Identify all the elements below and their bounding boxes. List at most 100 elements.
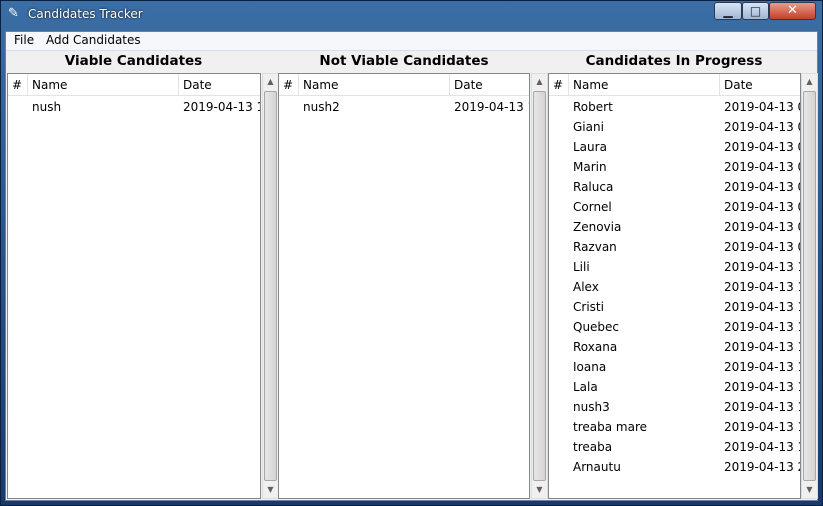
in-progress-cell-date: 2019-04-13 02 xyxy=(724,160,800,174)
scroll-up-icon[interactable]: ▲ xyxy=(532,74,547,90)
in-progress-cell-id xyxy=(551,277,567,297)
in-progress-row[interactable]: treaba 2019-04-13 19 xyxy=(549,437,800,457)
in-progress-row[interactable]: Roxana 2019-04-13 15 xyxy=(549,337,800,357)
scroll-thumb[interactable] xyxy=(803,91,816,481)
in-progress-scrollbar[interactable]: ▲ ▼ xyxy=(801,73,818,499)
in-progress-cell-name: Raluca xyxy=(573,180,614,194)
not-viable-col-date[interactable]: Date xyxy=(450,74,529,96)
in-progress-cell-name: Lili xyxy=(573,260,590,274)
viable-cell-id xyxy=(10,97,26,117)
in-progress-cell-name: treaba xyxy=(573,440,613,454)
in-progress-cell-id xyxy=(551,197,567,217)
in-progress-cell-id xyxy=(551,417,567,437)
in-progress-table[interactable]: # Name Date Robert 2019-04-13 02 Giani 2019… xyxy=(548,73,801,499)
in-progress-cell-name: Marin xyxy=(573,160,607,174)
in-progress-row[interactable]: Robert 2019-04-13 02 xyxy=(549,97,800,117)
in-progress-row[interactable]: Laura 2019-04-13 02 xyxy=(549,137,800,157)
viable-scrollbar[interactable]: ▲ ▼ xyxy=(262,73,279,499)
window-title: Candidates Tracker xyxy=(28,7,143,21)
in-progress-cell-id xyxy=(551,217,567,237)
in-progress-row[interactable]: Giani 2019-04-13 02 xyxy=(549,117,800,137)
in-progress-cell-name: Zenovia xyxy=(573,220,622,234)
in-progress-row[interactable]: Alex 2019-04-13 15 xyxy=(549,277,800,297)
in-progress-cell-name: Ioana xyxy=(573,360,607,374)
in-progress-row[interactable]: Lala 2019-04-13 19 xyxy=(549,377,800,397)
not-viable-cell-name: nush2 xyxy=(303,100,340,114)
in-progress-cell-date: 2019-04-13 02 xyxy=(724,100,800,114)
in-progress-cell-id xyxy=(551,317,567,337)
in-progress-cell-name: Arnautu xyxy=(573,460,621,474)
not-viable-title: Not Viable Candidates xyxy=(319,53,489,69)
not-viable-cell-date: 2019-04-13 19 xyxy=(454,100,529,114)
viable-col-hash[interactable]: # xyxy=(8,74,28,96)
in-progress-row[interactable]: Cornel 2019-04-13 02 xyxy=(549,197,800,217)
in-progress-col-name[interactable]: Name xyxy=(569,74,720,96)
in-progress-cell-date: 2019-04-13 19 xyxy=(724,440,800,454)
maximize-button[interactable]: □ xyxy=(742,2,769,20)
in-progress-row[interactable]: Marin 2019-04-13 02 xyxy=(549,157,800,177)
in-progress-cell-date: 2019-04-13 19 xyxy=(724,380,800,394)
viable-title: Viable Candidates xyxy=(64,53,203,69)
in-progress-cell-date: 2019-04-13 02 xyxy=(724,120,800,134)
viable-col-name[interactable]: Name xyxy=(28,74,179,96)
viable-cell-date: 2019-04-13 19 xyxy=(183,100,260,114)
scroll-thumb[interactable] xyxy=(264,91,277,481)
in-progress-row[interactable]: Cristi 2019-04-13 15 xyxy=(549,297,800,317)
in-progress-cell-id xyxy=(551,337,567,357)
in-progress-cell-date: 2019-04-13 15 xyxy=(724,360,800,374)
minimize-button[interactable]: ▁ xyxy=(714,2,742,20)
menu-file[interactable]: File xyxy=(10,33,38,47)
viable-table[interactable]: # Name Date nush 2019-04-13 19 xyxy=(7,73,261,499)
in-progress-cell-date: 2019-04-13 19 xyxy=(724,420,800,434)
in-progress-cell-id xyxy=(551,457,567,477)
title-bar[interactable]: ✎ Candidates Tracker ▁ □ ✕ xyxy=(1,1,822,29)
in-progress-cell-name: Razvan xyxy=(573,240,617,254)
in-progress-title: Candidates In Progress xyxy=(585,53,763,69)
scroll-down-icon[interactable]: ▼ xyxy=(263,482,278,498)
in-progress-cell-id xyxy=(551,137,567,157)
in-progress-cell-id xyxy=(551,157,567,177)
in-progress-row[interactable]: Quebec 2019-04-13 15 xyxy=(549,317,800,337)
viable-row[interactable]: nush 2019-04-13 19 xyxy=(8,97,260,117)
in-progress-cell-name: Robert xyxy=(573,100,613,114)
in-progress-row[interactable]: Raluca 2019-04-13 02 xyxy=(549,177,800,197)
in-progress-cell-id xyxy=(551,377,567,397)
not-viable-scrollbar[interactable]: ▲ ▼ xyxy=(531,73,548,499)
in-progress-cell-date: 2019-04-13 02 xyxy=(724,140,800,154)
in-progress-cell-date: 2019-04-13 15 xyxy=(724,340,800,354)
in-progress-cell-date: 2019-04-13 15 xyxy=(724,260,800,274)
close-button[interactable]: ✕ xyxy=(769,2,816,20)
in-progress-cell-date: 2019-04-13 20 xyxy=(724,460,800,474)
not-viable-col-hash[interactable]: # xyxy=(279,74,299,96)
in-progress-cell-name: Quebec xyxy=(573,320,620,334)
scroll-up-icon[interactable]: ▲ xyxy=(802,74,817,90)
in-progress-row[interactable]: nush3 2019-04-13 19 xyxy=(549,397,800,417)
scroll-down-icon[interactable]: ▼ xyxy=(532,482,547,498)
in-progress-col-hash[interactable]: # xyxy=(549,74,569,96)
in-progress-row[interactable]: Arnautu 2019-04-13 20 xyxy=(549,457,800,477)
not-viable-row[interactable]: nush2 2019-04-13 19 xyxy=(279,97,529,117)
viable-col-date[interactable]: Date xyxy=(179,74,260,96)
feather-icon: ✎ xyxy=(8,6,19,21)
in-progress-cell-name: treaba mare xyxy=(573,420,647,434)
in-progress-cell-name: Roxana xyxy=(573,340,618,354)
in-progress-row[interactable]: Zenovia 2019-04-13 03 xyxy=(549,217,800,237)
in-progress-col-date[interactable]: Date xyxy=(720,74,800,96)
menu-add-candidates[interactable]: Add Candidates xyxy=(42,33,145,47)
in-progress-cell-id xyxy=(551,237,567,257)
in-progress-row[interactable]: Lili 2019-04-13 15 xyxy=(549,257,800,277)
app-window: ✎ Candidates Tracker ▁ □ ✕ File Add Cand… xyxy=(0,0,823,506)
scroll-thumb[interactable] xyxy=(533,91,546,481)
scroll-down-icon[interactable]: ▼ xyxy=(802,482,817,498)
in-progress-cell-date: 2019-04-13 02 xyxy=(724,180,800,194)
in-progress-row[interactable]: Ioana 2019-04-13 15 xyxy=(549,357,800,377)
not-viable-table[interactable]: # Name Date nush2 2019-04-13 19 xyxy=(278,73,530,499)
in-progress-row[interactable]: Razvan 2019-04-13 03 xyxy=(549,237,800,257)
in-progress-cell-id xyxy=(551,357,567,377)
scroll-up-icon[interactable]: ▲ xyxy=(263,74,278,90)
in-progress-cell-date: 2019-04-13 15 xyxy=(724,280,800,294)
not-viable-col-name[interactable]: Name xyxy=(299,74,450,96)
menu-bar: File Add Candidates xyxy=(6,32,817,51)
in-progress-row[interactable]: treaba mare 2019-04-13 19 xyxy=(549,417,800,437)
in-progress-cell-date: 2019-04-13 15 xyxy=(724,320,800,334)
